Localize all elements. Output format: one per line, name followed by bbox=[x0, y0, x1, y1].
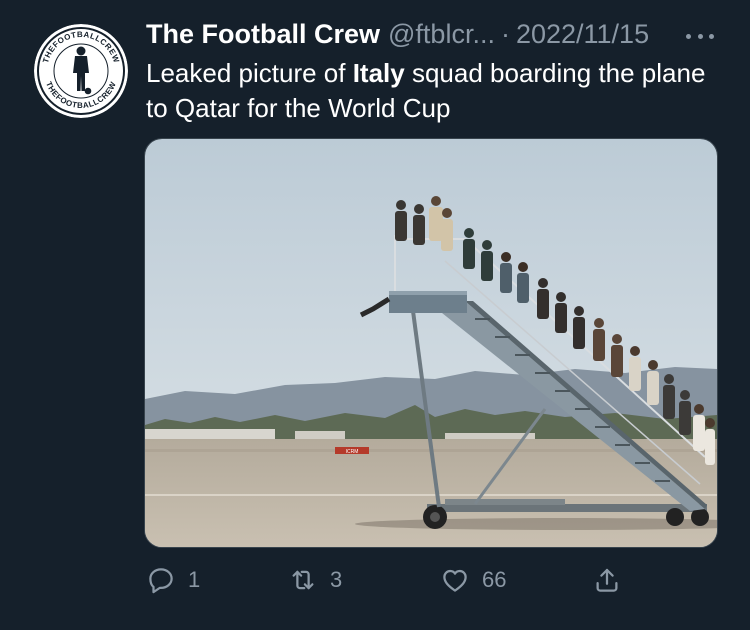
share-icon bbox=[596, 568, 618, 592]
avatar[interactable]: THEFOOTBALLCREW THEFOOTBALLCREW bbox=[34, 24, 128, 118]
tweet-image[interactable]: ICRM bbox=[144, 138, 718, 548]
tweet-text-start: Leaked picture of bbox=[146, 58, 353, 88]
tweet-header: The Football Crew @ftblcr... · 2022/11/1… bbox=[146, 16, 649, 52]
like-button[interactable]: 66 bbox=[440, 560, 506, 600]
more-icon[interactable] bbox=[680, 24, 720, 48]
tarmac-sign-text: ICRM bbox=[346, 449, 359, 455]
reply-button[interactable]: 1 bbox=[146, 560, 200, 600]
retweet-button[interactable]: 3 bbox=[288, 560, 342, 600]
reply-count: 1 bbox=[188, 567, 201, 592]
like-count: 66 bbox=[482, 567, 507, 592]
share-button[interactable] bbox=[592, 560, 622, 600]
tweet-date[interactable]: 2022/11/15 bbox=[516, 16, 649, 52]
header-separator: · bbox=[500, 19, 510, 49]
tweet-text-bold: Italy bbox=[352, 58, 405, 88]
tweet-actions: 1 3 66 bbox=[0, 560, 750, 600]
tweet-text: Leaked picture of Italy squad boarding t… bbox=[146, 56, 726, 126]
author-display-name[interactable]: The Football Crew bbox=[146, 16, 380, 52]
author-handle[interactable]: @ftblcr... bbox=[388, 16, 495, 52]
like-icon bbox=[443, 569, 467, 592]
retweet-count: 3 bbox=[330, 567, 343, 592]
reply-icon bbox=[149, 568, 173, 594]
retweet-icon bbox=[292, 570, 314, 590]
